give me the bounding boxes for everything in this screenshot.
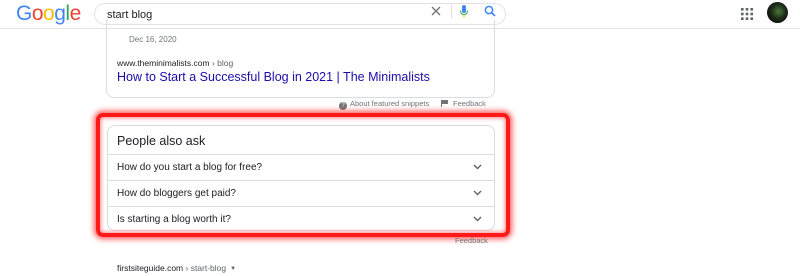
logo-letter: g [54, 2, 66, 25]
paa-feedback[interactable]: Feedback [455, 236, 488, 245]
red-highlight-box [96, 113, 510, 237]
cite-path: › blog [209, 58, 234, 68]
logo-letter: o [43, 2, 55, 25]
next-result-cite[interactable]: firstsiteguide.com › start-blog ▼ [117, 263, 236, 273]
logo-letter: G [16, 2, 32, 25]
search-icon[interactable] [484, 5, 496, 17]
logo-letter: o [31, 2, 44, 25]
cite-domain: www.theminimalists.com [117, 58, 210, 68]
feedback-label: Feedback [453, 99, 486, 108]
cite-path: › start-blog [183, 263, 227, 273]
logo-letter: e [69, 2, 82, 25]
result-cite: www.theminimalists.com › blog [117, 58, 233, 68]
account-avatar[interactable] [767, 2, 788, 23]
about-snippets-label: About featured snippets [350, 99, 430, 108]
about-featured-snippets[interactable]: ? About featured snippets [339, 99, 429, 110]
search-divider [451, 5, 452, 18]
apps-icon[interactable] [741, 8, 753, 20]
snippet-date: Dec 16, 2020 [129, 35, 177, 44]
google-logo[interactable]: Google [16, 3, 81, 25]
snippet-feedback[interactable]: Feedback [441, 99, 486, 108]
clear-icon[interactable] [430, 5, 442, 17]
result-title-link[interactable]: How to Start a Successful Blog in 2021 |… [117, 70, 430, 84]
cite-domain: firstsiteguide.com [117, 263, 184, 273]
mic-icon[interactable] [459, 5, 469, 18]
help-icon: ? [339, 102, 347, 110]
flag-icon [441, 100, 448, 107]
caret-down-icon[interactable]: ▼ [230, 266, 236, 272]
